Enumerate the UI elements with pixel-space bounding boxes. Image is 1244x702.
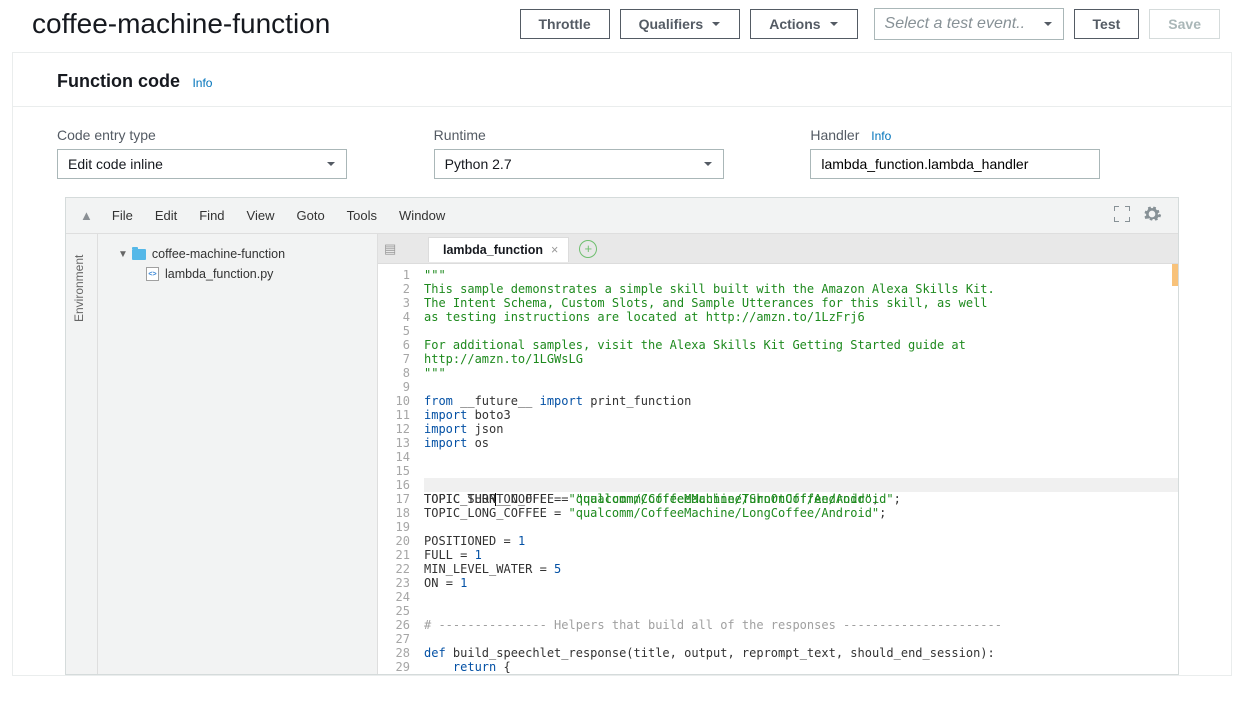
- qualifiers-button[interactable]: Qualifiers: [620, 9, 741, 39]
- tree-file-label: lambda_function.py: [165, 267, 273, 281]
- caret-down-icon: [703, 159, 713, 169]
- folder-icon: [132, 249, 146, 260]
- info-link[interactable]: Info: [192, 76, 212, 90]
- actions-button[interactable]: Actions: [750, 9, 857, 39]
- handler-info-link[interactable]: Info: [871, 129, 891, 143]
- tree-folder-label: coffee-machine-function: [152, 247, 285, 261]
- menubar-collapse-icon[interactable]: ▲: [76, 208, 101, 223]
- handler-input[interactable]: [810, 149, 1100, 179]
- caret-down-icon: [1043, 19, 1053, 29]
- menu-goto[interactable]: Goto: [285, 205, 335, 226]
- fullscreen-icon[interactable]: [1108, 206, 1136, 225]
- add-tab-button[interactable]: +: [579, 240, 597, 258]
- file-tree: ▼ coffee-machine-function <> lambda_func…: [98, 234, 378, 674]
- runtime-label: Runtime: [434, 127, 771, 143]
- menu-find[interactable]: Find: [188, 205, 235, 226]
- menu-edit[interactable]: Edit: [144, 205, 188, 226]
- test-button[interactable]: Test: [1074, 9, 1140, 39]
- tree-file[interactable]: <> lambda_function.py: [98, 264, 377, 284]
- editor-tab[interactable]: lambda_function ×: [428, 237, 569, 262]
- handler-label: Handler Info: [810, 127, 1147, 143]
- close-icon[interactable]: ×: [551, 243, 558, 257]
- ide-menubar: ▲ FileEditFindViewGotoToolsWindow: [66, 198, 1178, 234]
- menu-view[interactable]: View: [236, 205, 286, 226]
- code-entry-select[interactable]: Edit code inline: [57, 149, 347, 179]
- panel-title: Function code: [57, 71, 180, 92]
- caret-down-icon: [711, 19, 721, 29]
- runtime-select[interactable]: Python 2.7: [434, 149, 724, 179]
- test-event-select[interactable]: Select a test event..: [874, 8, 1064, 40]
- environment-label: Environment: [72, 255, 86, 322]
- caret-down-icon: [829, 19, 839, 29]
- gear-icon[interactable]: [1136, 204, 1168, 227]
- tab-label: lambda_function: [443, 243, 543, 257]
- code-entry-label: Code entry type: [57, 127, 394, 143]
- scroll-indicator[interactable]: [1172, 264, 1178, 286]
- environment-rail[interactable]: Environment: [66, 234, 98, 674]
- save-button: Save: [1149, 9, 1220, 39]
- tab-list-icon[interactable]: ▤: [378, 241, 400, 257]
- menu-tools[interactable]: Tools: [336, 205, 388, 226]
- code-area[interactable]: 1234567891011121314151617181920212223242…: [378, 264, 1178, 674]
- caret-down-icon: [326, 159, 336, 169]
- function-name: coffee-machine-function: [32, 8, 510, 40]
- tree-folder-root[interactable]: ▼ coffee-machine-function: [98, 244, 377, 264]
- menu-file[interactable]: File: [101, 205, 144, 226]
- throttle-button[interactable]: Throttle: [520, 9, 610, 39]
- python-file-icon: <>: [146, 267, 159, 281]
- code-editor: ▲ FileEditFindViewGotoToolsWindow Enviro…: [65, 197, 1179, 675]
- line-gutter: 1234567891011121314151617181920212223242…: [378, 264, 416, 674]
- caret-down-icon: ▼: [118, 249, 128, 260]
- menu-window[interactable]: Window: [388, 205, 456, 226]
